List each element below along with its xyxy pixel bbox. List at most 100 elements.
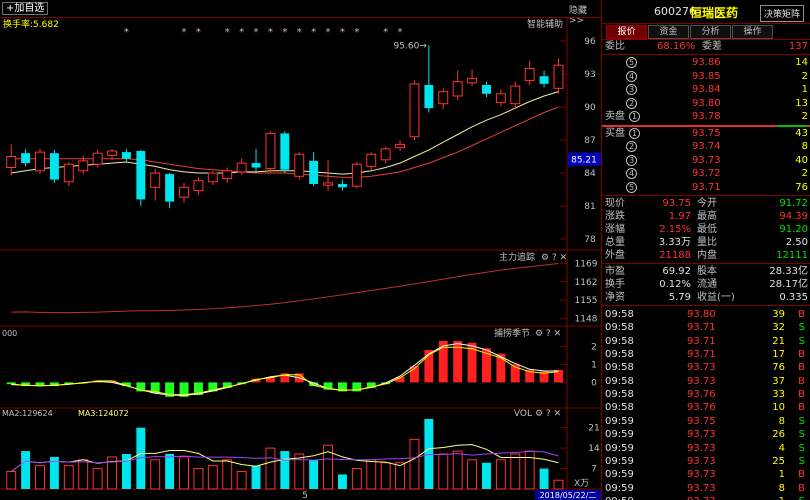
- x-axis-label: 5: [302, 491, 308, 500]
- tick-row: 09:59 93.73 1 S: [602, 495, 810, 500]
- level-number: 3: [626, 84, 637, 95]
- candle-body-down: [539, 76, 549, 84]
- tick-price: 93.71: [687, 322, 716, 334]
- volume-bar-up: [150, 459, 161, 490]
- stat-row: 总量 3.33万 量比 2.50: [602, 236, 810, 249]
- stat-value: 21188: [659, 250, 691, 261]
- divider: [602, 195, 810, 196]
- add-to-watchlist-button[interactable]: +加自选: [2, 2, 49, 15]
- sell-volume: 14: [795, 57, 808, 68]
- chart-svg[interactable]: 换手率:5.682 智能辅助 96 93 90 87 84 81 78 * * * * * * * * * * * * *…: [0, 18, 601, 500]
- candle-body-up: [351, 163, 362, 187]
- tick-time: 09:58: [605, 322, 634, 334]
- signal-star-marker: *: [297, 27, 302, 38]
- level-number: 5: [626, 57, 637, 68]
- buy-level-row: 5 93.71 76: [602, 181, 810, 194]
- fundamental-row: 换手 0.12% 流通 28.17亿: [602, 278, 810, 291]
- divider: [602, 305, 810, 306]
- candle-body-down: [280, 133, 290, 170]
- candle-body-up: [193, 180, 204, 192]
- signal-star-marker: *: [326, 27, 331, 38]
- candle-body-up: [92, 152, 103, 165]
- tick-volume: 17: [772, 349, 785, 361]
- divider: [602, 54, 810, 55]
- tick-volume: 37: [772, 375, 785, 387]
- sell-price: 93.85: [692, 70, 721, 82]
- sell-level-row: 3 93.84 1: [602, 83, 810, 96]
- tick-row: 09:59 93.73 25 S: [602, 455, 810, 468]
- tick-row: 09:59 93.75 8 S: [602, 415, 810, 428]
- fund-value: 5.79: [668, 292, 691, 303]
- sell-price: 93.86: [692, 57, 721, 68]
- price-tick-label: 84: [584, 169, 596, 179]
- candle-body-up: [222, 170, 233, 180]
- tab-funds[interactable]: 资金: [648, 25, 689, 39]
- tick-time: 09:58: [605, 309, 634, 320]
- vol-tick-label: 7: [591, 465, 597, 475]
- candle-body-down: [49, 153, 59, 180]
- level-number: 4: [626, 70, 637, 82]
- tick-time: 09:59: [605, 482, 634, 494]
- sell-volume: 2: [801, 70, 808, 82]
- decision-matrix-button[interactable]: 决策矩阵: [760, 5, 805, 22]
- buy-price: 93.75: [692, 127, 721, 139]
- volume-bar-down: [165, 453, 175, 489]
- volume-bar-up: [92, 468, 103, 490]
- macd-tick-label: 2: [591, 342, 597, 352]
- sell-price: 93.80: [692, 97, 721, 109]
- candle-body-up: [294, 153, 305, 177]
- buy-level-row: 2 93.74 8: [602, 140, 810, 153]
- volume-bar-up: [35, 465, 45, 490]
- tick-direction: S: [799, 495, 805, 500]
- stat-value: 3.33万: [658, 237, 691, 248]
- level-number: 5: [626, 181, 637, 193]
- volume-bar-up: [452, 450, 463, 490]
- candle-body-up: [78, 160, 89, 172]
- tick-time: 09:58: [605, 389, 634, 401]
- sell-level-row: 5 93.86 14: [602, 56, 810, 69]
- stat-row: 外盘 21188 内盘 12111: [602, 249, 810, 262]
- candle-body-up: [150, 172, 161, 188]
- sell-volume: 2: [801, 111, 808, 122]
- signal-star-marker: *: [182, 27, 187, 38]
- buy-price: 93.74: [692, 141, 721, 152]
- tab-analysis[interactable]: 分析: [690, 25, 731, 39]
- volume-bar-up: [6, 470, 17, 490]
- stat-label: 今开: [697, 198, 717, 209]
- tick-direction: B: [798, 482, 805, 494]
- tab-operation[interactable]: 操作: [732, 25, 773, 39]
- volume-bar-up: [78, 459, 89, 490]
- vol-unit-label: X万: [574, 479, 589, 489]
- tick-volume: 32: [772, 322, 785, 334]
- tick-volume: 1: [779, 495, 785, 500]
- candle-body-down: [424, 85, 434, 109]
- fund-value: 28.33亿: [769, 266, 808, 277]
- signal-star-marker: *: [239, 27, 244, 38]
- tab-quote[interactable]: 报价: [606, 25, 647, 39]
- volume-bar-up: [179, 456, 189, 490]
- candle-body-up: [438, 91, 449, 105]
- tick-price: 93.75: [687, 415, 716, 427]
- fund-label: 市盈: [605, 266, 625, 277]
- kline-chart-area[interactable]: 换手率:5.682 智能辅助 96 93 90 87 84 81 78 * * * * * * * * * * * * *…: [0, 18, 601, 500]
- signal-star-marker: *: [225, 27, 230, 38]
- stat-row: 涨跌 1.97 最高 94.39: [602, 210, 810, 223]
- macd-left-label: 000: [2, 329, 17, 338]
- sell-volume: 1: [801, 84, 808, 95]
- wei-cha-label: 委差: [702, 41, 722, 52]
- volume-bar-up: [351, 468, 362, 490]
- signal-star-marker: *: [354, 27, 359, 38]
- candle-body-up: [35, 151, 45, 172]
- stat-row: 现价 93.75 今开 91.72: [602, 197, 810, 210]
- tick-volume: 33: [772, 389, 785, 401]
- macd-tick-label: 1: [591, 360, 597, 370]
- buy-volume: 43: [795, 127, 808, 139]
- signal-star-marker: *: [124, 27, 129, 38]
- tick-time: 09:58: [605, 335, 634, 347]
- candle-body-up: [467, 77, 478, 84]
- stat-label: 涨幅: [605, 224, 625, 235]
- buy-price: 93.73: [692, 154, 721, 166]
- tick-direction: S: [798, 455, 805, 467]
- main-force-tick-label: 1169: [575, 259, 598, 269]
- buy-volume: 2: [801, 168, 808, 179]
